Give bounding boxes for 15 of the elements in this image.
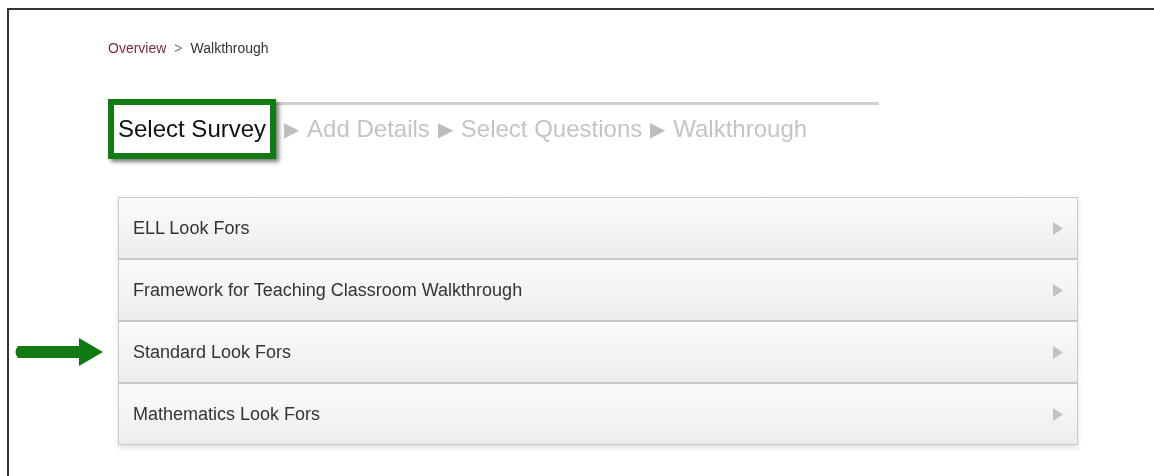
survey-list-item[interactable]: Framework for Teaching Classroom Walkthrough: [118, 259, 1078, 321]
step-arrow-icon: ▶: [284, 119, 300, 139]
survey-list-item[interactable]: ELL Look Fors: [118, 197, 1078, 259]
step-arrow-icon: ▶: [437, 119, 453, 139]
survey-title: ELL Look Fors: [133, 216, 250, 240]
breadcrumb-separator: >: [174, 39, 183, 58]
survey-list-item[interactable]: Mathematics Look Fors: [118, 383, 1078, 445]
survey-title: Mathematics Look Fors: [133, 402, 321, 426]
survey-title: Framework for Teaching Classroom Walkthrough: [133, 278, 523, 302]
survey-list-item[interactable]: Standard Look Fors: [118, 321, 1078, 383]
breadcrumb-current: Walkthrough: [190, 39, 269, 58]
step-arrow-icon: ▶: [650, 119, 666, 139]
overview-link[interactable]: Overview: [108, 38, 167, 59]
survey-title: Standard Look Fors: [133, 340, 292, 364]
wizard-step[interactable]: Select Survey: [108, 99, 277, 159]
